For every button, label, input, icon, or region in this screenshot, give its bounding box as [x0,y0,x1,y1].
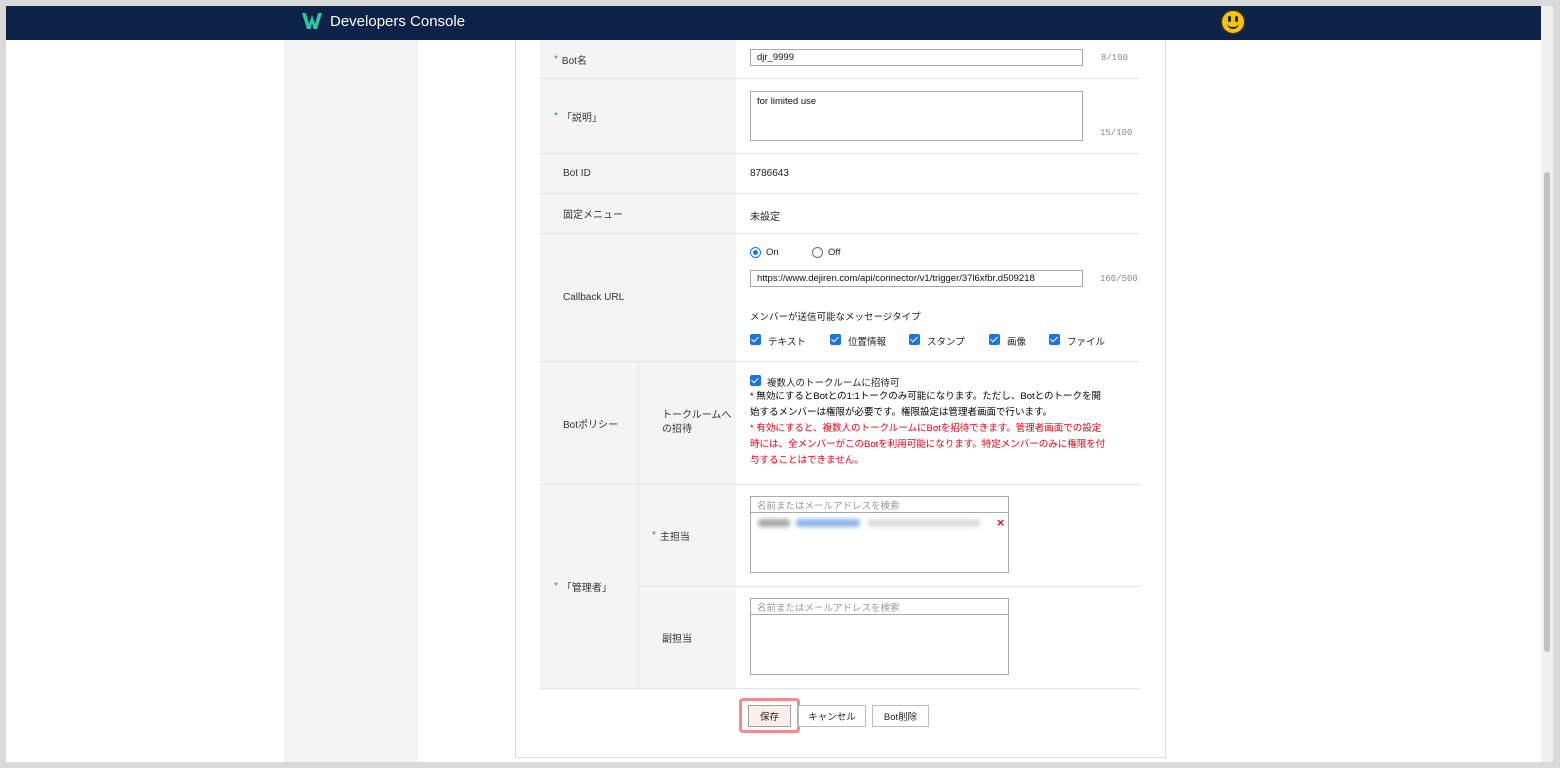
callback-on-radio[interactable] [750,247,761,258]
callback-on-label: On [766,247,779,258]
bot-name-label: * Bot名 [540,40,736,78]
multi-room-invite-checkbox[interactable] [750,375,761,386]
callback-url-counter: 160/500 [1100,274,1138,284]
policy-warning: * 有効にすると、複数人のトークルームにBotを招待できます。管理者画面での設定… [750,423,1106,466]
type-text-checkbox[interactable] [750,334,761,345]
description-textarea[interactable]: for limited use [750,91,1083,141]
sub-admin-label: 副担当 [639,587,736,688]
bot-policy-label: Botポリシー [540,362,638,484]
main-admin-search[interactable]: 名前またはメールアドレスを検索 [750,496,1009,573]
top-header-bar: Developers Console [6,6,1547,40]
callback-url-input[interactable]: https://www.dejiren.com/api/connector/v1… [750,270,1083,287]
policy-note: * 無効にするとBotとの1:1トークのみ可能になります。ただし、Botとのトー… [750,391,1102,418]
type-file-checkbox[interactable] [1049,334,1060,345]
type-image-checkbox[interactable] [989,334,1000,345]
main-admin-label: * 主担当 [639,485,736,586]
type-sticker-checkbox[interactable] [909,334,920,345]
fixed-menu-label: 固定メニュー [540,194,736,233]
remove-admin-icon[interactable]: × [996,516,1005,529]
row-divider [540,688,1140,689]
left-sidebar [284,40,418,762]
multi-room-invite-label: 複数人のトークルームに招待可 [767,378,900,389]
type-location-checkbox[interactable] [830,334,841,345]
room-invite-label: トークルームへ の招待 [639,362,736,484]
bot-name-counter: 8/100 [1101,53,1129,63]
sub-admin-search-input[interactable]: 名前またはメールアドレスを検索 [751,599,1008,615]
admin-dept-redacted [868,519,980,527]
callback-off-label: Off [828,247,841,258]
admin-email-redacted [796,519,860,527]
delete-bot-button[interactable]: Bot削除 [872,705,929,727]
type-image-label: 画像 [1007,337,1027,348]
vertical-scrollbar[interactable] [1541,6,1553,762]
scrollbar-thumb[interactable] [1544,172,1550,652]
admin-name-redacted [758,519,790,527]
main-admin-search-input[interactable]: 名前またはメールアドレスを検索 [751,497,1008,513]
callback-url-label: Callback URL [540,234,736,361]
admin-label: * 「管理者」 [540,485,638,688]
type-sticker-label: スタンプ [927,337,965,348]
user-avatar-icon[interactable] [1220,9,1246,35]
bot-id-label: Bot ID [540,154,736,193]
console-title[interactable]: Developers Console [330,13,465,30]
callback-off-radio[interactable] [812,247,823,258]
message-types-label: メンバーが送信可能なメッセージタイプ [750,312,921,323]
cancel-button[interactable]: キャンセル [798,705,866,727]
description-counter: 15/100 [1100,128,1133,138]
fixed-menu-value: 未設定 [750,212,780,223]
type-text-label: テキスト [768,337,806,348]
sub-admin-search[interactable]: 名前またはメールアドレスを検索 [750,598,1009,675]
browser-window: Developers Console * Bot名 djr_9999 8/100 … [6,6,1547,762]
type-file-label: ファイル [1067,337,1106,348]
bot-name-input[interactable]: djr_9999 [750,49,1083,66]
description-label: * 「説明」 [540,79,736,153]
type-location-label: 位置情報 [848,337,887,348]
bot-id-value: 8786643 [750,168,789,179]
save-button-highlight [739,698,800,733]
works-logo-icon[interactable] [302,12,322,30]
